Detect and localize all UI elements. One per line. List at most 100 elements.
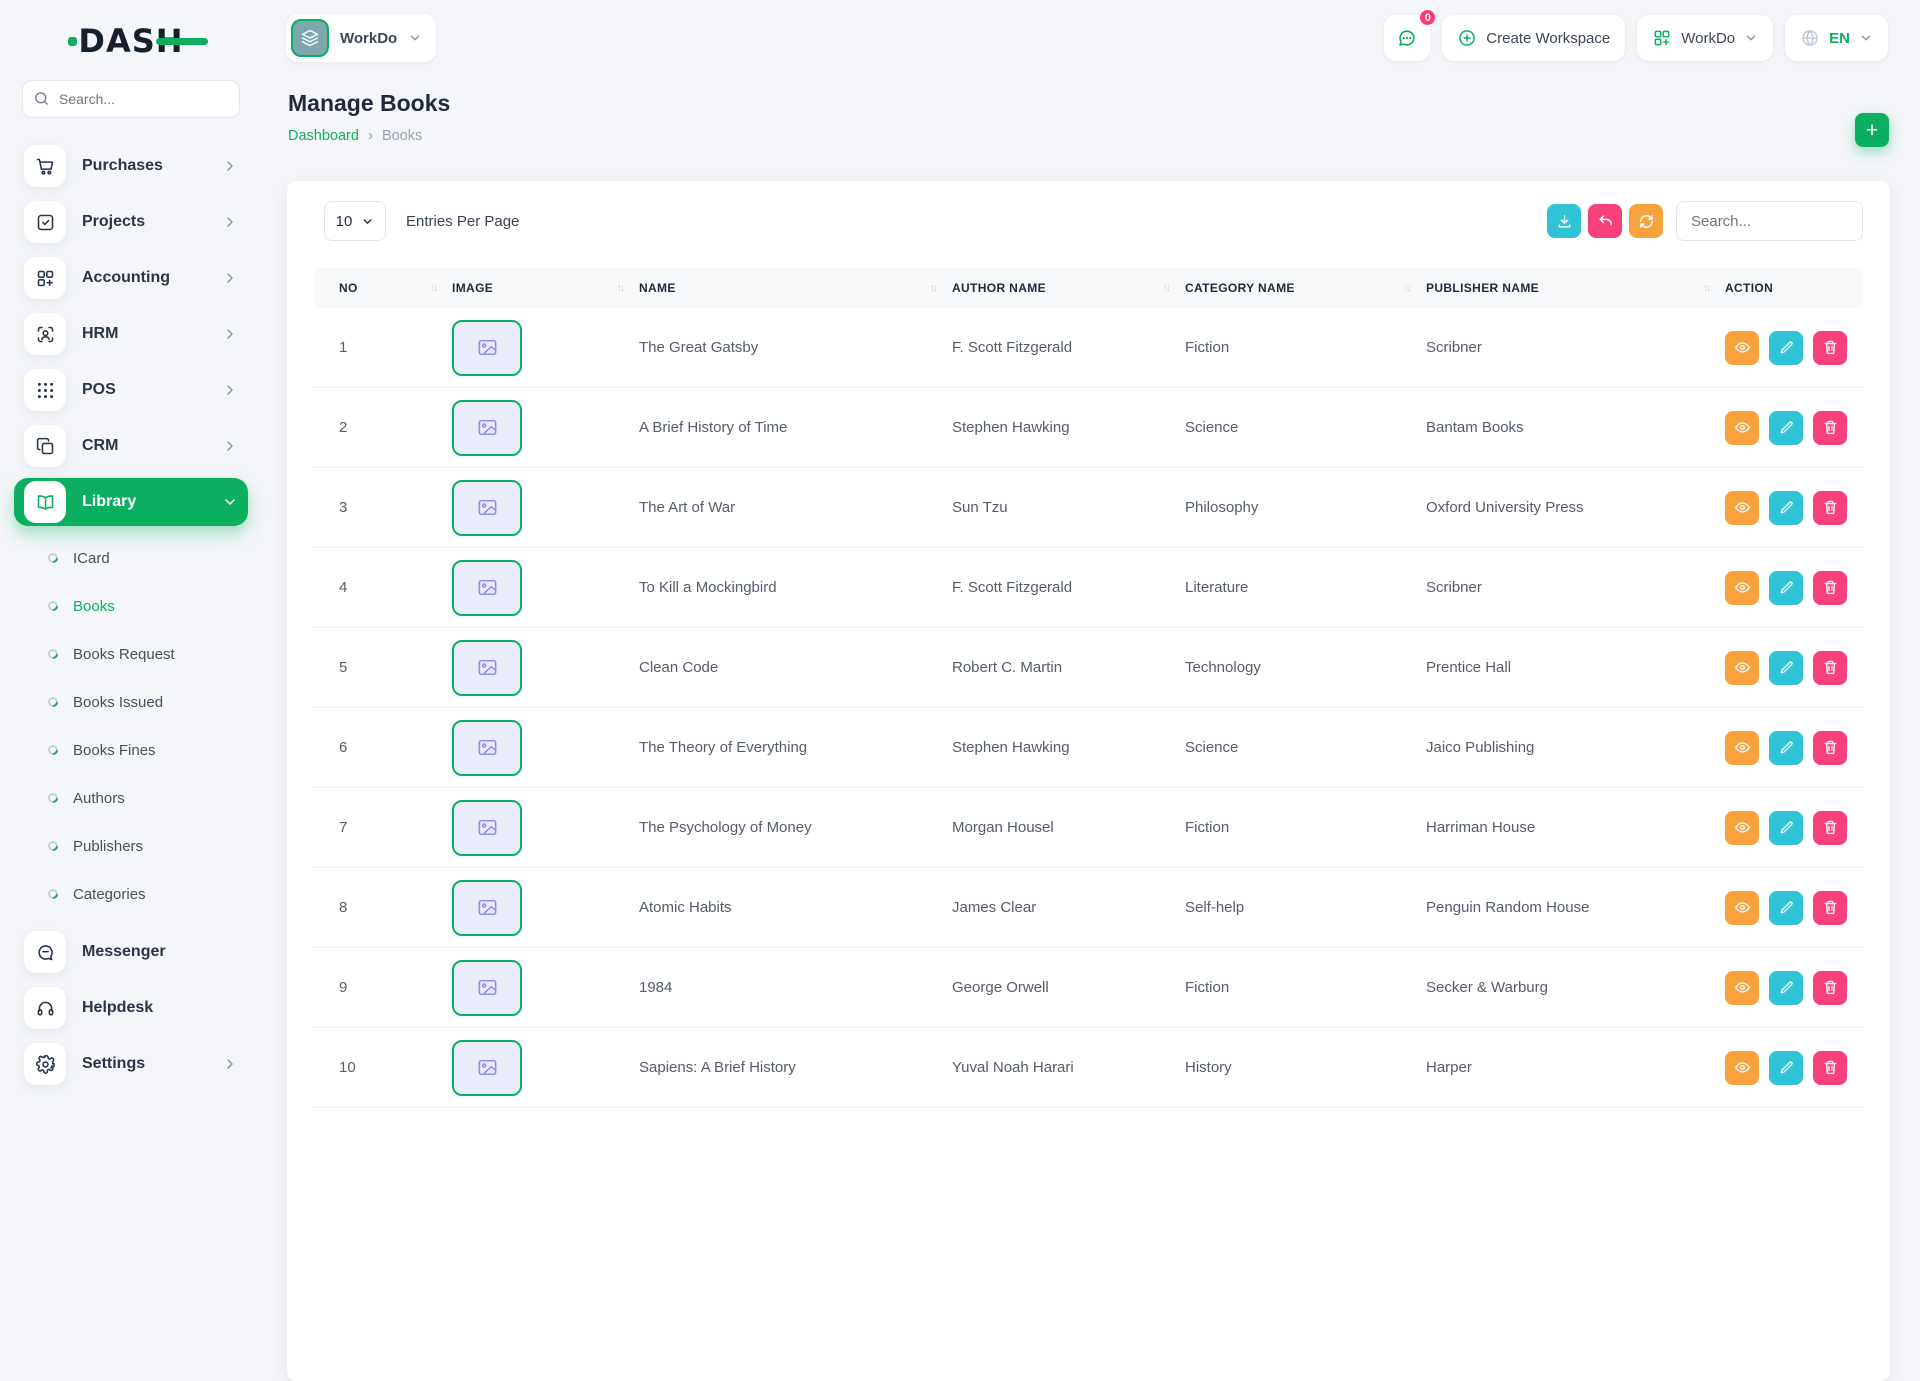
sidebar-item-label: Helpdesk [82,999,153,1017]
sidebar-item-helpdesk[interactable]: Helpdesk [14,984,248,1032]
undo-icon [1597,213,1614,230]
check-square-icon [24,201,66,243]
eye-icon [1734,339,1751,356]
messages-button[interactable]: 0 [1384,15,1430,61]
sidebar-subitem-label: Publishers [73,838,143,855]
delete-button[interactable] [1813,1051,1847,1085]
delete-button[interactable] [1813,411,1847,445]
sidebar-item-label: Settings [82,1055,145,1073]
language-selector[interactable]: EN [1785,15,1888,61]
sort-icon[interactable]: ↑↓ [930,282,937,294]
edit-button[interactable] [1769,971,1803,1005]
sidebar-search-input[interactable] [22,80,240,118]
sidebar-subitem-books-issued[interactable]: Books Issued [0,678,262,726]
reset-button[interactable] [1588,204,1622,238]
view-button[interactable] [1725,1051,1759,1085]
sidebar-subitem-books-request[interactable]: Books Request [0,630,262,678]
sidebar-subitem-books[interactable]: Books [0,582,262,630]
column-header-name[interactable]: NAME↑↓ [639,281,952,295]
sort-icon[interactable]: ↑↓ [1703,282,1710,294]
sort-icon[interactable]: ↑↓ [1404,282,1411,294]
cell-action [1725,491,1863,525]
sidebar-item-projects[interactable]: Projects [14,198,248,246]
table-search-input[interactable] [1676,201,1863,241]
book-image-placeholder [452,880,522,936]
cell-publisher: Harriman House [1426,819,1725,836]
table-row: 10Sapiens: A Brief HistoryYuval Noah Har… [314,1028,1863,1108]
column-header-category-name[interactable]: CATEGORY NAME↑↓ [1185,281,1426,295]
cell-author: Morgan Housel [952,819,1185,836]
view-button[interactable] [1725,731,1759,765]
edit-button[interactable] [1769,891,1803,925]
sidebar-subitem-books-fines[interactable]: Books Fines [0,726,262,774]
column-header-author-name[interactable]: AUTHOR NAME↑↓ [952,281,1185,295]
view-button[interactable] [1725,651,1759,685]
view-button[interactable] [1725,811,1759,845]
sidebar-subitem-authors[interactable]: Authors [0,774,262,822]
app-switcher-button[interactable]: WorkDo [1637,15,1773,61]
sort-icon[interactable]: ↑↓ [617,282,624,294]
export-button[interactable] [1547,204,1581,238]
create-workspace-button[interactable]: Create Workspace [1442,15,1625,61]
sidebar-item-purchases[interactable]: Purchases [14,142,248,190]
edit-button[interactable] [1769,411,1803,445]
cell-category: Science [1185,739,1426,756]
breadcrumb-dashboard-link[interactable]: Dashboard [288,128,359,144]
edit-button[interactable] [1769,651,1803,685]
sort-icon[interactable]: ↑↓ [1163,282,1170,294]
view-button[interactable] [1725,571,1759,605]
delete-button[interactable] [1813,811,1847,845]
edit-button[interactable] [1769,331,1803,365]
view-button[interactable] [1725,491,1759,525]
column-header-no[interactable]: NO↑↓ [314,281,452,295]
brand-logo[interactable]: DASH [78,22,183,60]
cell-publisher: Secker & Warburg [1426,979,1725,996]
sidebar-subitem-label: ICard [73,550,110,567]
sidebar-subitem-icard[interactable]: ICard [0,534,262,582]
view-button[interactable] [1725,971,1759,1005]
chevron-right-icon [222,382,238,398]
image-placeholder-icon [476,1056,499,1079]
sidebar-item-pos[interactable]: POS [14,366,248,414]
edit-button[interactable] [1769,1051,1803,1085]
sidebar-item-messenger[interactable]: Messenger [14,928,248,976]
sidebar-item-library[interactable]: Library [14,478,248,526]
sidebar-item-crm[interactable]: CRM [14,422,248,470]
delete-button[interactable] [1813,891,1847,925]
workspace-avatar [291,19,329,57]
cell-image [452,560,639,616]
delete-button[interactable] [1813,651,1847,685]
workspace-selector[interactable]: WorkDo [286,14,436,62]
message-count-badge: 0 [1418,8,1437,27]
delete-button[interactable] [1813,491,1847,525]
view-button[interactable] [1725,331,1759,365]
trash-icon [1822,339,1839,356]
bullet-icon [46,791,60,805]
edit-button[interactable] [1769,731,1803,765]
page-title: Manage Books [288,90,1920,117]
sidebar-subitem-publishers[interactable]: Publishers [0,822,262,870]
sort-icon[interactable]: ↑↓ [430,282,437,294]
add-book-button[interactable]: + [1855,113,1889,147]
pencil-icon [1778,499,1795,516]
column-header-publisher-name[interactable]: PUBLISHER NAME↑↓ [1426,281,1725,295]
sidebar-item-label: Library [82,493,136,511]
refresh-button[interactable] [1629,204,1663,238]
delete-button[interactable] [1813,971,1847,1005]
edit-button[interactable] [1769,571,1803,605]
edit-button[interactable] [1769,491,1803,525]
bullet-icon [46,695,60,709]
edit-button[interactable] [1769,811,1803,845]
entries-per-page-select[interactable]: 10 [324,201,386,241]
column-header-image[interactable]: IMAGE↑↓ [452,281,639,295]
delete-button[interactable] [1813,331,1847,365]
delete-button[interactable] [1813,571,1847,605]
view-button[interactable] [1725,891,1759,925]
view-button[interactable] [1725,411,1759,445]
sidebar-subitem-categories[interactable]: Categories [0,870,262,918]
sidebar-item-accounting[interactable]: Accounting [14,254,248,302]
pencil-icon [1778,899,1795,916]
sidebar-item-hrm[interactable]: HRM [14,310,248,358]
cell-name: Sapiens: A Brief History [639,1059,952,1076]
delete-button[interactable] [1813,731,1847,765]
